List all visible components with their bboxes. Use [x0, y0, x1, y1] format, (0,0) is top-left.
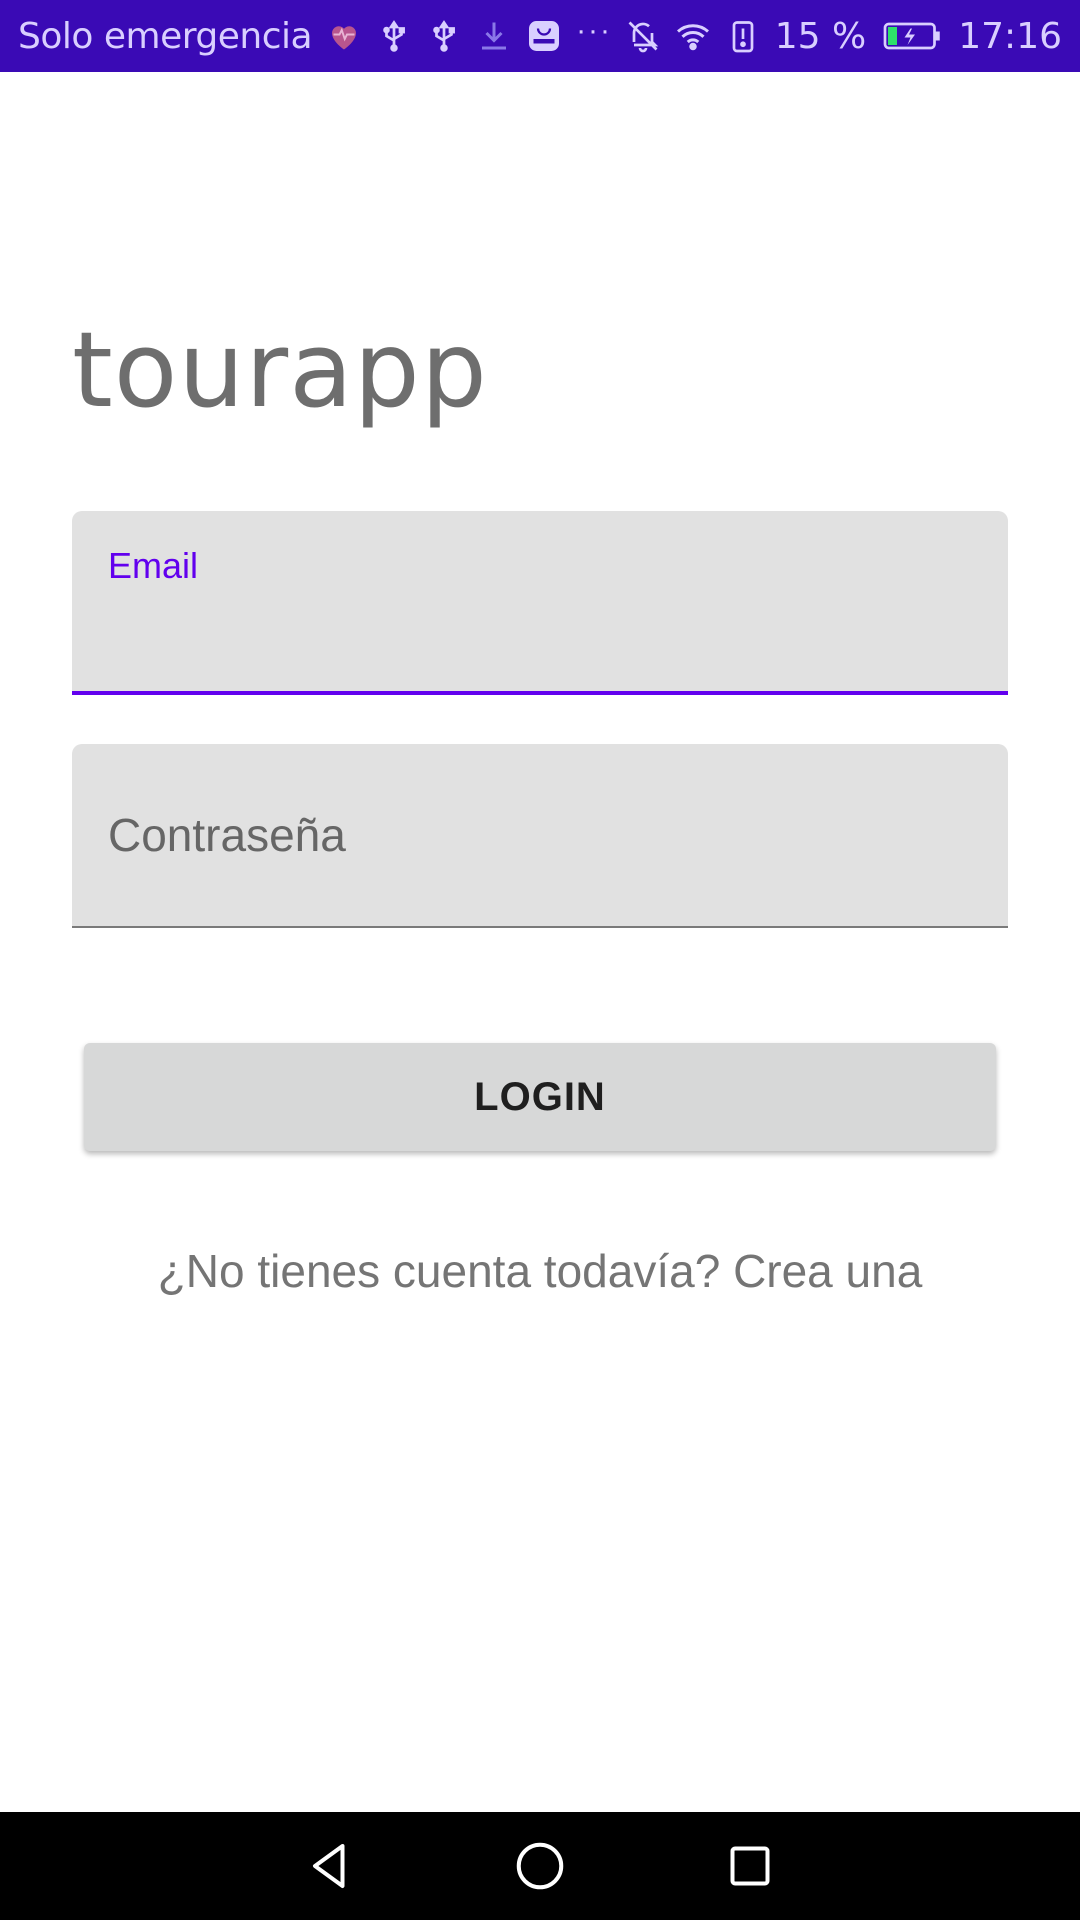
email-label: Email: [108, 545, 199, 586]
signup-link[interactable]: ¿No tienes cuenta todavía? Crea una: [0, 1244, 1080, 1298]
download-icon: [476, 18, 512, 54]
status-left: Solo emergencia ···: [18, 14, 613, 57]
carrier-label: Solo emergencia: [18, 15, 313, 57]
status-right: 15 % 17:16: [625, 16, 1062, 57]
battery-alert-icon: [725, 18, 761, 54]
password-field[interactable]: Contraseña: [72, 744, 1008, 928]
back-icon[interactable]: [300, 1836, 360, 1896]
home-icon[interactable]: [510, 1836, 570, 1896]
email-field[interactable]: Email: [72, 511, 1008, 695]
navigation-bar: [0, 1812, 1080, 1920]
battery-charging-icon: [880, 18, 944, 54]
huawei-store-icon: [526, 18, 562, 54]
mute-icon: [625, 18, 661, 54]
usb-icon: [376, 18, 412, 54]
heart-icon: [326, 18, 362, 54]
recents-icon[interactable]: [720, 1836, 780, 1896]
email-input[interactable]: [108, 613, 972, 673]
usb-icon: [426, 18, 462, 54]
wifi-icon: [675, 18, 711, 54]
battery-percent: 15 %: [774, 15, 867, 57]
status-bar: Solo emergencia ··· 15 % 17:16: [0, 0, 1080, 72]
login-button[interactable]: LOGIN: [84, 1043, 996, 1151]
more-dots-icon: ···: [576, 14, 613, 47]
password-input[interactable]: [108, 848, 972, 908]
clock: 17:16: [958, 15, 1062, 57]
app-title: tourapp: [72, 309, 488, 431]
